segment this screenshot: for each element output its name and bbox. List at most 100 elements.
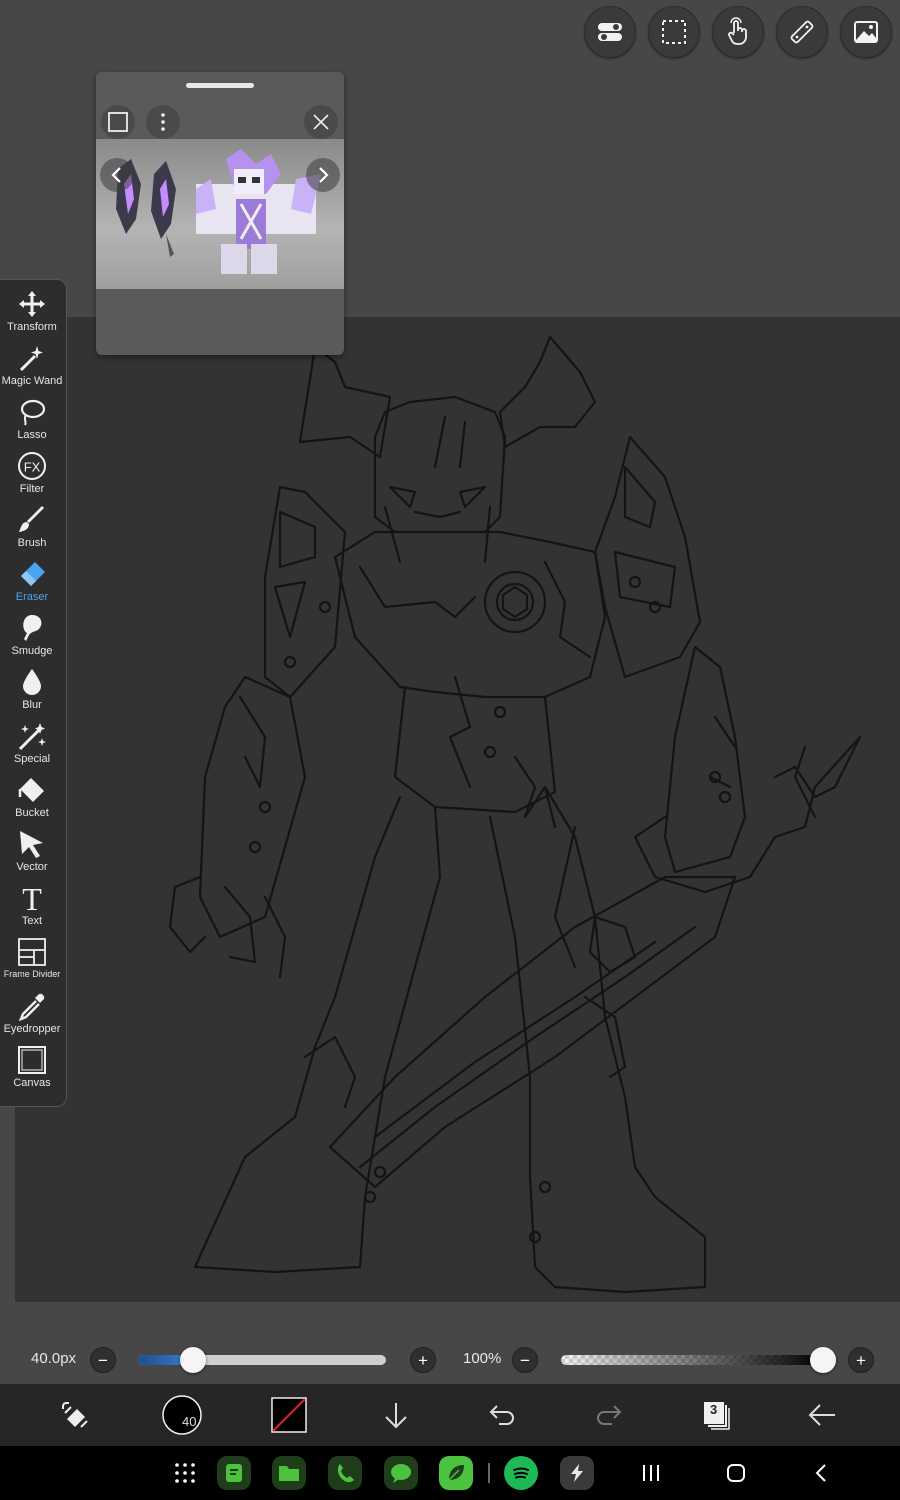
square-frame-icon [108,112,128,132]
smudge-icon [23,615,42,641]
spotify-app-button[interactable] [504,1456,538,1490]
svg-text:FX: FX [24,460,41,475]
svg-text:T: T [22,883,42,913]
layers-button[interactable]: 3 [690,1390,742,1440]
tool-lasso[interactable]: Lasso [0,396,64,450]
import-button[interactable] [370,1390,422,1440]
brush-size-decrease-button[interactable]: − [90,1347,116,1373]
plus-icon: + [418,1350,428,1370]
phone-icon [337,1464,354,1483]
undo-icon [489,1405,514,1425]
tool-label: Vector [16,861,48,873]
notes-app-icon [226,1464,242,1482]
phone-app-button[interactable] [328,1456,362,1490]
reference-next-button[interactable] [306,158,340,192]
folder-icon [279,1466,299,1481]
ruler-icon [790,20,814,44]
toggle-switch-icon [598,23,622,41]
tool-label: Eraser [15,591,49,603]
close-icon [313,114,329,130]
color-picker-button[interactable] [263,1390,315,1440]
arrow-down-icon [385,1403,407,1429]
redo-icon [597,1405,622,1425]
plus-icon: + [856,1350,866,1370]
leaf-brush-icon [448,1465,464,1481]
tool-eraser[interactable]: Eraser [0,558,64,612]
chevron-right-icon [319,167,329,183]
reference-menu-button[interactable] [146,105,180,139]
back-button[interactable] [796,1390,848,1440]
opacity-value: 100% [463,1350,502,1367]
tool-bucket[interactable]: Bucket [0,774,64,828]
tool-frame-divider[interactable]: Frame Divider [0,936,64,990]
tool-transform[interactable]: Transform [0,288,64,342]
redo-button[interactable] [583,1390,635,1440]
power-app-button[interactable] [560,1456,594,1490]
tool-eyedropper[interactable]: Eyedropper [0,990,64,1044]
messages-app-button[interactable] [384,1456,418,1490]
tool-brush[interactable]: Brush [0,504,64,558]
tool-label: Blur [22,699,42,711]
tool-text[interactable]: T Text [0,882,64,936]
home-button[interactable] [721,1458,751,1488]
opacity-decrease-button[interactable]: − [512,1347,538,1373]
blur-drop-icon [23,669,41,695]
ruler-button[interactable] [776,6,828,58]
opacity-slider-knob[interactable] [810,1347,836,1373]
brush-size-value: 40.0px [31,1350,77,1367]
toggle-settings-button[interactable] [584,6,636,58]
recent-apps-icon [643,1465,659,1481]
tool-label: Bucket [15,807,49,819]
tool-label: Magic Wand [1,375,63,387]
tool-blur[interactable]: Blur [0,666,64,720]
tool-special[interactable]: Special [0,720,64,774]
tool-canvas[interactable]: Canvas [0,1044,64,1098]
tool-label: Eyedropper [3,1023,61,1035]
tool-label: Special [13,753,51,765]
filter-fx-icon: FX [18,452,46,480]
ibis-paint-app-button[interactable] [439,1456,473,1490]
quick-tools-button[interactable] [49,1390,101,1440]
undo-button[interactable] [476,1390,528,1440]
touch-gesture-button[interactable] [712,6,764,58]
taskbar-divider [488,1463,490,1483]
arrow-left-icon [808,1404,835,1426]
tool-label: Smudge [11,645,53,657]
tool-panel: Transform Magic Wand Lasso FX Filter Bru… [0,279,67,1107]
reference-close-button[interactable] [304,105,338,139]
bottom-toolbar: 40 3 [0,1384,900,1446]
brush-size-slider-knob[interactable] [179,1347,206,1373]
opacity-increase-button[interactable]: + [848,1347,874,1373]
brush-size-preview-button[interactable]: 40 [156,1390,208,1440]
special-icon [18,723,46,751]
brush-icon [19,506,44,532]
tool-filter[interactable]: FX Filter [0,450,64,504]
brush-size-badge: 40 [182,1414,197,1429]
tool-smudge[interactable]: Smudge [0,612,64,666]
chevron-left-icon [815,1464,826,1482]
selection-button[interactable] [648,6,700,58]
grid-dots-icon [175,1463,195,1483]
reference-window[interactable] [96,72,344,355]
canvas-icon [18,1046,46,1074]
chat-bubble-icon [391,1464,411,1483]
notes-app-button[interactable] [217,1456,251,1490]
brush-size-increase-button[interactable]: + [410,1347,436,1373]
tool-vector[interactable]: Vector [0,828,64,882]
app-drawer-button[interactable] [170,1458,200,1488]
files-app-button[interactable] [272,1456,306,1490]
frame-divider-icon [18,938,46,966]
reference-image [96,139,344,289]
tool-label: Lasso [17,429,47,441]
nav-back-button[interactable] [806,1458,836,1488]
tool-magic-wand[interactable]: Magic Wand [0,342,64,396]
text-icon: T [22,883,42,913]
tool-label: Transform [7,321,57,333]
reference-previous-button[interactable] [100,158,134,192]
reference-fit-button[interactable] [101,105,135,139]
window-drag-handle[interactable] [186,83,254,88]
tool-label: Frame Divider [3,969,61,979]
recent-apps-button[interactable] [636,1458,666,1488]
reference-image-button[interactable] [840,6,892,58]
line-art-sketch [15,317,900,1302]
